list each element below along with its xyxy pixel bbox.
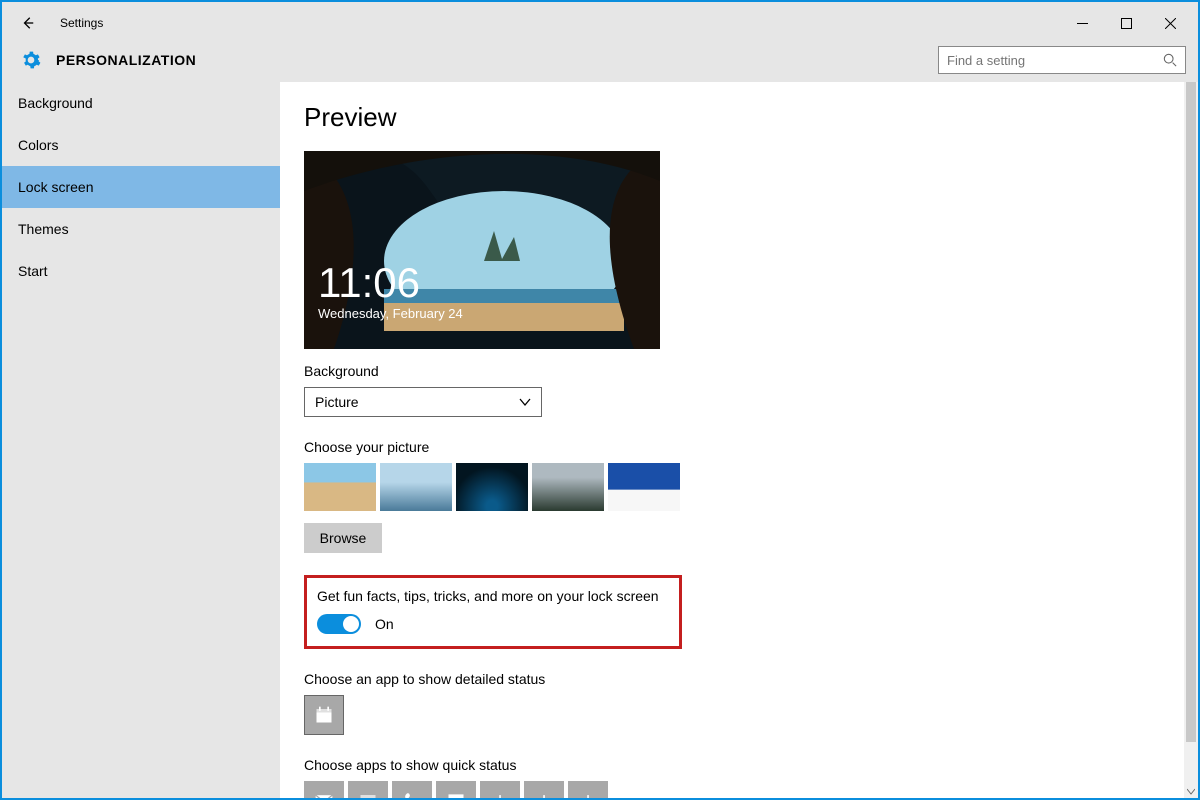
window-title: Settings — [60, 16, 103, 30]
page-title: PERSONALIZATION — [56, 52, 196, 68]
quick-status-app-phone[interactable] — [392, 781, 432, 798]
close-icon — [1165, 18, 1176, 29]
back-arrow-icon — [21, 16, 35, 30]
sidebar-item-lock-screen[interactable]: Lock screen — [2, 166, 280, 208]
quick-status-app-add[interactable]: + — [568, 781, 608, 798]
window-controls — [1060, 8, 1192, 38]
picture-thumbnails — [304, 463, 1184, 511]
phone-icon — [402, 791, 422, 798]
detailed-status-apps — [304, 695, 1184, 735]
sidebar-item-background[interactable]: Background — [2, 82, 280, 124]
quick-status-app-add[interactable]: + — [480, 781, 520, 798]
sidebar-item-label: Start — [18, 263, 48, 279]
back-button[interactable] — [14, 9, 42, 37]
content-wrap: Preview 11:06 We — [280, 82, 1198, 798]
sidebar-item-start[interactable]: Start — [2, 250, 280, 292]
choose-picture-label: Choose your picture — [304, 439, 1184, 455]
minimize-icon — [1077, 18, 1088, 29]
background-dropdown-value: Picture — [315, 394, 359, 410]
quick-status-apps: + + + — [304, 781, 1184, 798]
titlebar: Settings — [2, 2, 1198, 44]
chat-icon — [446, 791, 466, 798]
lock-date: Wednesday, February 24 — [318, 306, 463, 321]
toggle-knob-icon — [343, 616, 359, 632]
preview-heading: Preview — [304, 102, 1184, 133]
sidebar-item-label: Themes — [18, 221, 69, 237]
sidebar-item-label: Lock screen — [18, 179, 93, 195]
lock-preview-overlay: 11:06 Wednesday, February 24 — [318, 262, 463, 321]
picture-thumbnail[interactable] — [456, 463, 528, 511]
maximize-button[interactable] — [1104, 8, 1148, 38]
funfacts-toggle-state: On — [375, 616, 394, 632]
background-label: Background — [304, 363, 1184, 379]
sidebar: Background Colors Lock screen Themes Sta… — [2, 82, 280, 798]
vertical-scrollbar[interactable] — [1184, 82, 1198, 798]
detailed-status-section: Choose an app to show detailed status — [304, 671, 1184, 735]
quick-status-app-add[interactable]: + — [524, 781, 564, 798]
chevron-down-icon — [1187, 787, 1195, 795]
settings-gear-icon — [20, 49, 42, 71]
quick-status-section: Choose apps to show quick status — [304, 757, 1184, 798]
settings-window: Settings PERSONALIZATION Background Co — [0, 0, 1200, 800]
plus-icon: + — [538, 790, 551, 798]
minimize-button[interactable] — [1060, 8, 1104, 38]
lock-time: 11:06 — [318, 262, 463, 304]
close-button[interactable] — [1148, 8, 1192, 38]
browse-button[interactable]: Browse — [304, 523, 382, 553]
calendar-icon — [358, 791, 378, 798]
highlighted-setting: Get fun facts, tips, tricks, and more on… — [304, 575, 682, 649]
picture-thumbnail[interactable] — [304, 463, 376, 511]
search-field[interactable] — [938, 46, 1186, 74]
detailed-status-label: Choose an app to show detailed status — [304, 671, 1184, 687]
scroll-thumb[interactable] — [1186, 82, 1196, 742]
sidebar-item-label: Colors — [18, 137, 58, 153]
search-icon — [1163, 53, 1177, 67]
quick-status-app-messaging[interactable] — [436, 781, 476, 798]
funfacts-toggle-row: On — [317, 614, 665, 634]
maximize-icon — [1121, 18, 1132, 29]
picture-thumbnail[interactable] — [608, 463, 680, 511]
plus-icon: + — [582, 790, 595, 798]
body: Background Colors Lock screen Themes Sta… — [2, 82, 1198, 798]
header-row: PERSONALIZATION — [2, 44, 1198, 82]
content: Preview 11:06 We — [280, 82, 1184, 798]
sidebar-item-themes[interactable]: Themes — [2, 208, 280, 250]
picture-thumbnail[interactable] — [532, 463, 604, 511]
scroll-down-button[interactable] — [1184, 784, 1198, 798]
sidebar-item-label: Background — [18, 95, 93, 111]
quick-status-app-mail[interactable] — [304, 781, 344, 798]
funfacts-toggle[interactable] — [317, 614, 361, 634]
mail-icon — [314, 791, 334, 798]
picture-thumbnail[interactable] — [380, 463, 452, 511]
calendar-icon — [314, 705, 334, 725]
quick-status-label: Choose apps to show quick status — [304, 757, 1184, 773]
detailed-status-app-calendar[interactable] — [304, 695, 344, 735]
funfacts-label: Get fun facts, tips, tricks, and more on… — [317, 588, 665, 604]
lock-screen-preview: 11:06 Wednesday, February 24 — [304, 151, 660, 349]
quick-status-app-calendar[interactable] — [348, 781, 388, 798]
background-dropdown[interactable]: Picture — [304, 387, 542, 417]
plus-icon: + — [494, 790, 507, 798]
sidebar-item-colors[interactable]: Colors — [2, 124, 280, 166]
search-input[interactable] — [947, 53, 1163, 68]
chevron-down-icon — [519, 396, 531, 408]
browse-button-label: Browse — [320, 530, 367, 546]
